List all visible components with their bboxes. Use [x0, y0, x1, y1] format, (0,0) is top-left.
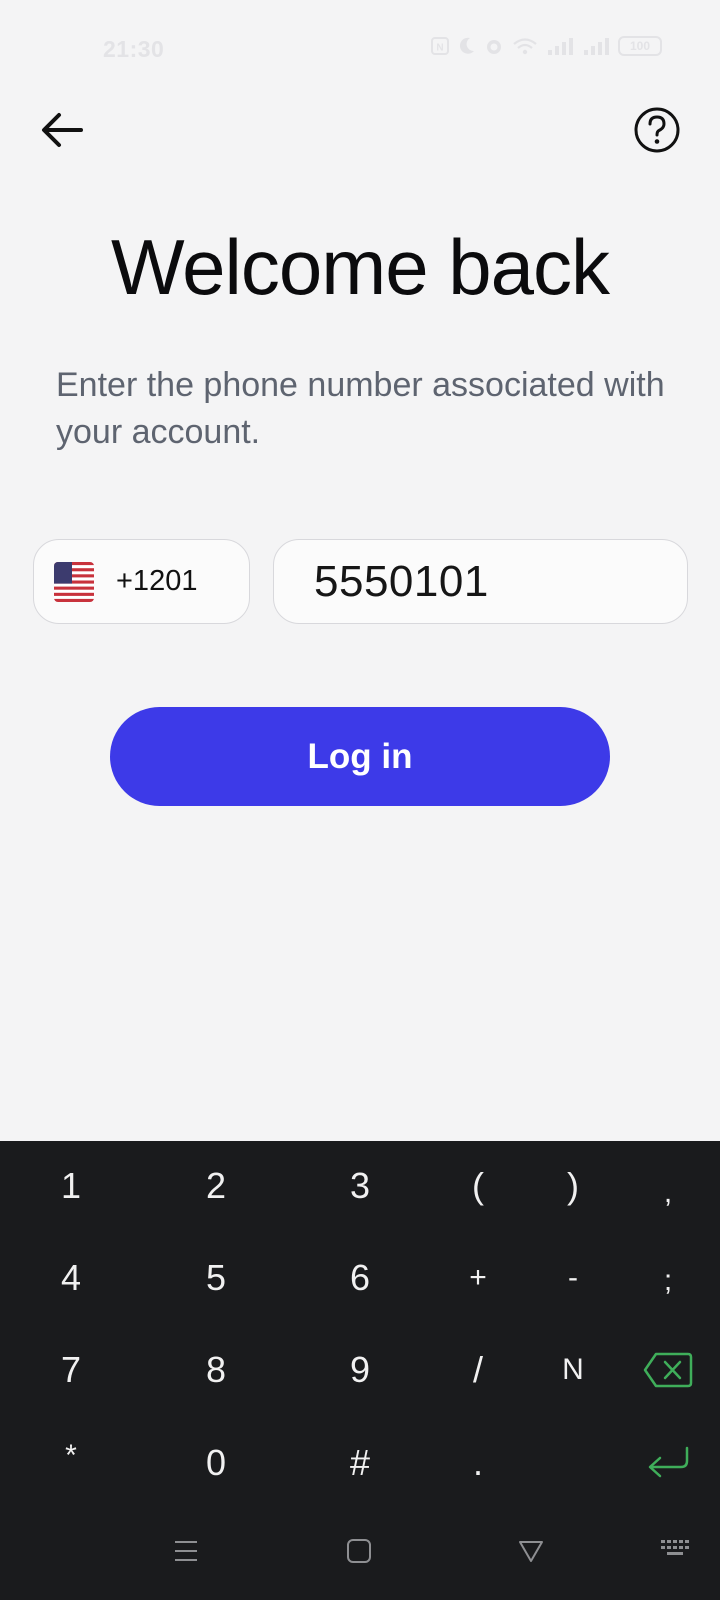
numeric-keyboard: 1 2 3 ( ) , 4 5 6 + - ; 7 8 9 / N * 0 # …: [0, 1141, 720, 1600]
key-semicolon[interactable]: ;: [618, 1241, 718, 1321]
backspace-icon: [643, 1352, 693, 1388]
backspace-key[interactable]: [618, 1330, 718, 1410]
key-comma[interactable]: ,: [618, 1153, 718, 1233]
enter-icon: [648, 1446, 689, 1478]
key-n[interactable]: N: [523, 1330, 623, 1410]
battery-indicator: 100: [618, 36, 662, 56]
key-close-paren[interactable]: ): [523, 1146, 623, 1226]
key-3[interactable]: 3: [310, 1146, 410, 1226]
alarm-icon: [487, 40, 501, 54]
recents-button[interactable]: [156, 1526, 216, 1576]
home-button[interactable]: [329, 1526, 389, 1576]
system-back-button[interactable]: [501, 1526, 561, 1576]
svg-text:N: N: [436, 43, 443, 54]
key-2[interactable]: 2: [166, 1146, 266, 1226]
arrow-left-icon: [42, 113, 83, 147]
key-plus[interactable]: +: [428, 1238, 528, 1318]
us-flag-icon: [54, 561, 94, 602]
back-button[interactable]: [36, 104, 88, 156]
page-subtitle: Enter the phone number associated with y…: [56, 366, 665, 451]
enter-key[interactable]: [618, 1423, 718, 1503]
square-icon: [347, 1539, 371, 1563]
moon-icon: [459, 37, 474, 54]
key-6[interactable]: 6: [310, 1238, 410, 1318]
wifi-icon: [513, 38, 537, 55]
country-code-label: +1201: [116, 565, 198, 597]
key-slash[interactable]: /: [428, 1330, 528, 1410]
status-icons: N 100: [430, 36, 662, 56]
key-1[interactable]: 1: [21, 1146, 121, 1226]
key-8[interactable]: 8: [166, 1330, 266, 1410]
key-7[interactable]: 7: [21, 1330, 121, 1410]
key-4[interactable]: 4: [21, 1238, 121, 1318]
menu-lines-icon: [175, 1541, 197, 1561]
signal-icon-2: [584, 38, 609, 55]
phone-number-input[interactable]: 5550101: [273, 539, 688, 624]
key-hash[interactable]: #: [310, 1423, 410, 1503]
key-9[interactable]: 9: [310, 1330, 410, 1410]
help-button[interactable]: [632, 105, 682, 155]
key-0[interactable]: 0: [166, 1423, 266, 1503]
country-code-selector[interactable]: +1201: [33, 539, 250, 624]
keyboard-icon: [661, 1540, 689, 1555]
keyboard-switch-button[interactable]: [646, 1524, 706, 1574]
triangle-back-icon: [519, 1541, 543, 1562]
key-open-paren[interactable]: (: [428, 1146, 528, 1226]
phone-number-value: 5550101: [314, 556, 489, 606]
page-title: Welcome back: [110, 223, 610, 311]
key-minus[interactable]: -: [523, 1238, 623, 1318]
question-circle-icon: [634, 107, 680, 153]
status-time: 21:30: [103, 36, 165, 62]
nfc-icon: N: [431, 37, 449, 55]
login-button[interactable]: Log in: [110, 707, 610, 806]
key-5[interactable]: 5: [166, 1238, 266, 1318]
key-period[interactable]: .: [428, 1423, 528, 1503]
key-asterisk[interactable]: *: [21, 1416, 121, 1496]
status-bar: 21:30 N 100: [0, 0, 720, 96]
signal-icon: [548, 38, 573, 55]
